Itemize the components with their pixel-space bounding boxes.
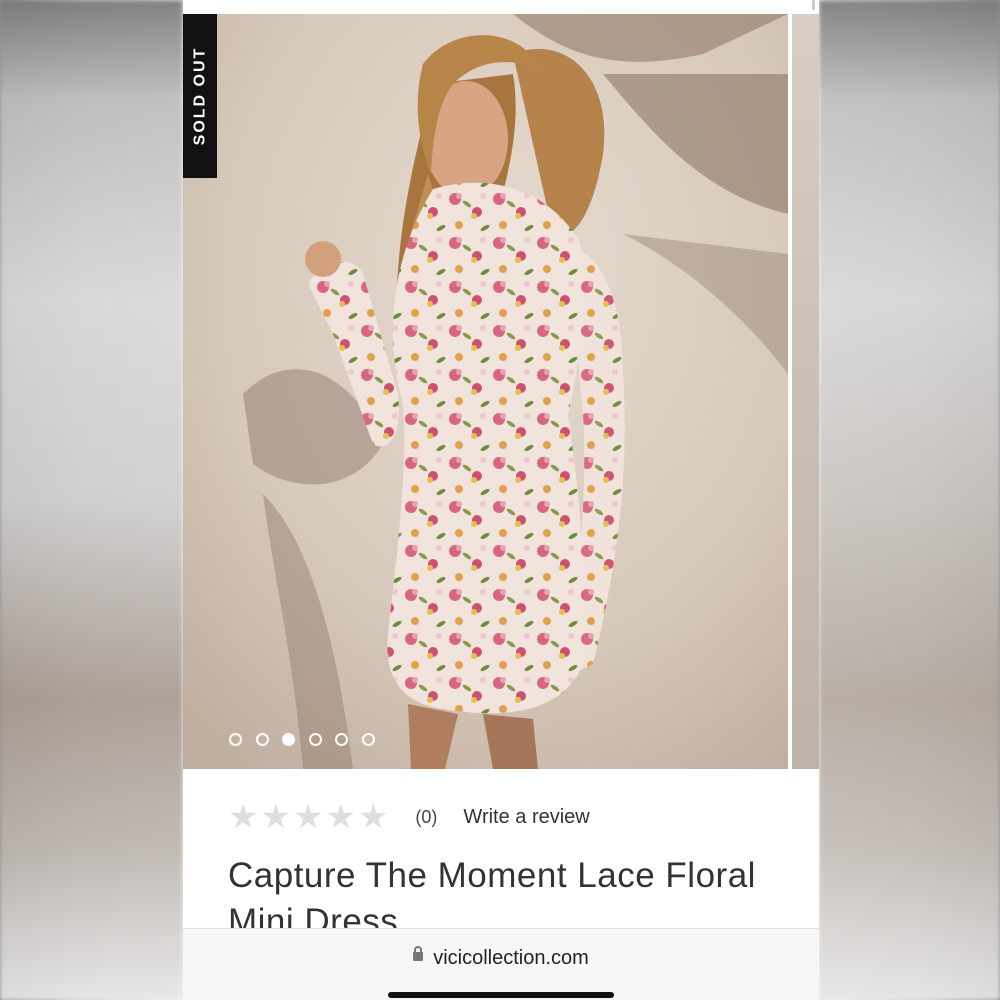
star-icon: ★ <box>325 797 356 837</box>
background-blur-left <box>0 0 183 1000</box>
carousel-dots <box>229 733 375 746</box>
star-rating[interactable]: ★ ★ ★ ★ ★ <box>228 800 388 834</box>
carousel-dot[interactable] <box>229 733 242 746</box>
browser-address-bar[interactable]: vicicollection.com <box>183 928 819 1000</box>
star-icon: ★ <box>292 797 324 837</box>
sold-out-badge: SOLD OUT <box>183 14 217 178</box>
write-review-link[interactable]: Write a review <box>463 806 589 829</box>
home-indicator[interactable] <box>388 992 614 998</box>
lock-icon <box>413 946 424 962</box>
domain-text: vicicollection.com <box>433 947 589 969</box>
url-display[interactable]: vicicollection.com <box>183 946 819 970</box>
background-blur-right <box>819 0 1000 1000</box>
rating-row: ★ ★ ★ ★ ★ (0) Write a review <box>228 800 590 834</box>
product-image-gallery[interactable]: SOLD OUT <box>183 14 819 769</box>
star-icon: ★ <box>260 797 291 837</box>
scrollbar[interactable] <box>812 0 815 10</box>
model-photo-illustration <box>183 14 788 769</box>
phone-screen: SOLD OUT ★ ★ ★ ★ ★ (0) Write a review Ca… <box>183 0 819 1000</box>
review-count: (0) <box>415 806 438 827</box>
carousel-dot[interactable] <box>255 733 269 746</box>
carousel-dot-active[interactable] <box>282 733 295 746</box>
carousel-dot[interactable] <box>361 733 375 746</box>
carousel-dot[interactable] <box>308 733 322 746</box>
next-product-photo-peek[interactable] <box>792 14 819 769</box>
carousel-dot[interactable] <box>335 733 348 746</box>
product-photo[interactable]: SOLD OUT <box>183 14 788 769</box>
top-strip <box>183 0 819 14</box>
star-icon: ★ <box>228 797 259 837</box>
star-icon: ★ <box>357 797 389 837</box>
sold-out-label: SOLD OUT <box>191 46 209 146</box>
